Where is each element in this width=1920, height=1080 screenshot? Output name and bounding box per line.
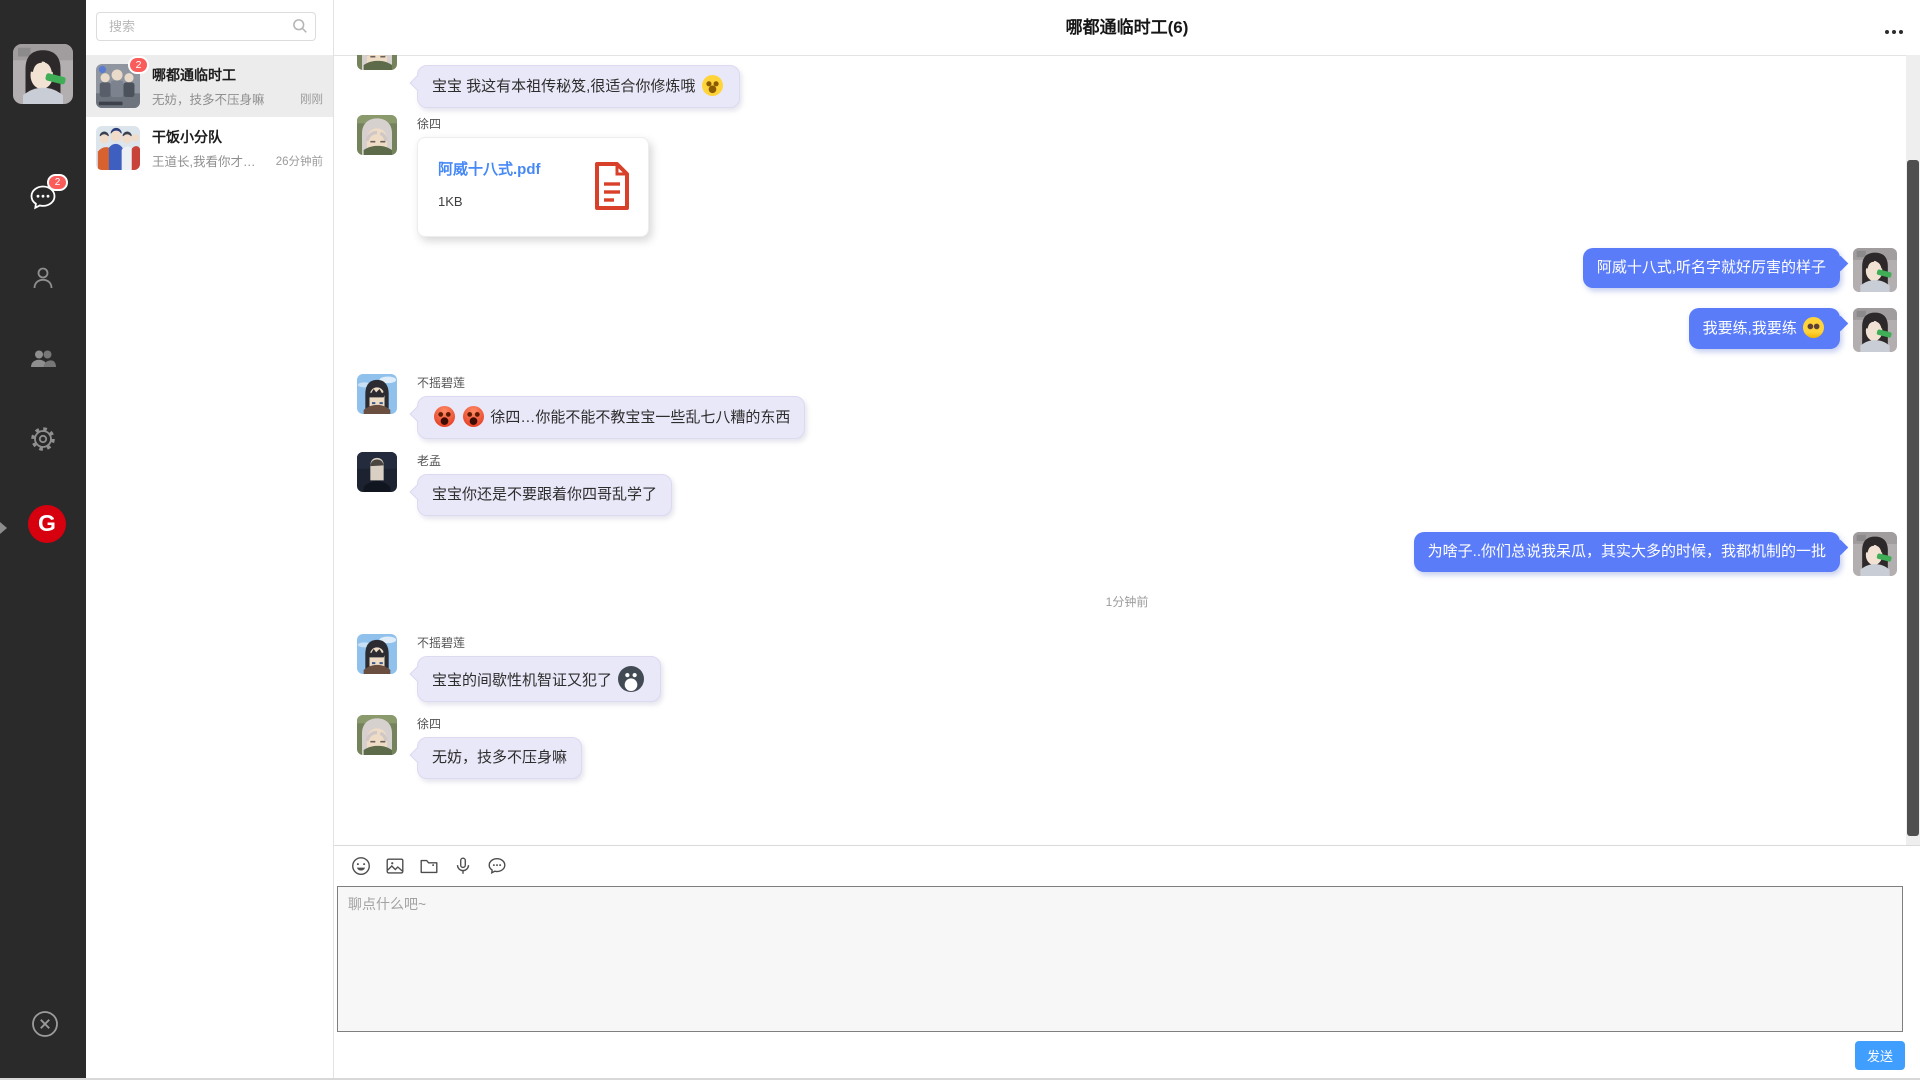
message-row: 徐四 无妨，技多不压身嘛 (357, 715, 1897, 779)
message-input[interactable] (337, 886, 1903, 1032)
sender-name: 不摇碧莲 (417, 634, 661, 651)
message-row: 为啥子..你们总说我呆瓜，其实大多的时候，我都机制的一批 (357, 532, 1897, 576)
avatar[interactable] (357, 715, 397, 755)
scrollbar-track (1906, 55, 1920, 845)
avatar[interactable] (1853, 308, 1897, 352)
message-bubble: 阿威十八式,听名字就好厉害的样子 (1583, 248, 1840, 288)
chat-list-item[interactable]: 干饭小分队 王道长,我看你才… 26分钟前 (86, 117, 333, 179)
sender-name: 老孟 (417, 452, 672, 469)
group-icon (28, 344, 58, 378)
message-row: 宝宝 我这有本祖传秘笈,很适合你修炼哦 (357, 65, 1897, 108)
folder-icon[interactable] (418, 855, 440, 877)
message-bubble: 徐四…你能不能不教宝宝一些乱七八糟的东西 (417, 396, 805, 439)
sidebar-item-groups[interactable] (0, 344, 86, 378)
composer-toolbar (350, 855, 508, 877)
chat-item-time: 刚刚 (300, 91, 323, 107)
chat-item-title: 哪都通临时工 (152, 65, 236, 85)
avatar[interactable] (357, 634, 397, 674)
expand-arrow-icon[interactable] (0, 522, 7, 534)
message-row: 不摇碧莲 宝宝的间歇性机智证又犯了 (357, 634, 1897, 702)
chat-item-title: 干饭小分队 (152, 127, 222, 147)
message-text: 阿威十八式,听名字就好厉害的样子 (1597, 259, 1826, 276)
scrollbar-thumb[interactable] (1907, 160, 1919, 836)
message-text: 徐四…你能不能不教宝宝一些乱七八糟的东西 (432, 409, 790, 426)
message-icon[interactable] (486, 855, 508, 877)
message-text: 无妨，技多不压身嘛 (432, 749, 567, 766)
message-text: 宝宝 我这有本祖传秘笈,很适合你修炼哦 (432, 78, 725, 95)
message-list: 宝宝 我这有本祖传秘笈,很适合你修炼哦 徐四 阿威十八式.pdf 1KB 阿威十… (334, 55, 1906, 845)
chat-list-item-selected[interactable]: 2 哪都通临时工 无妨，技多不压身嘛 刚刚 (86, 55, 333, 117)
chat-header: 哪都通临时工(6) (334, 0, 1920, 56)
unread-badge: 2 (47, 174, 68, 191)
message-row: 不摇碧莲 徐四…你能不能不教宝宝一些乱七八糟的东西 (357, 374, 1897, 439)
chat-item-preview: 王道长,我看你才… (152, 151, 255, 170)
image-icon[interactable] (384, 855, 406, 877)
composer: 发送 (334, 845, 1920, 1080)
sender-name: 徐四 (417, 115, 649, 132)
message-bubble: 宝宝 我这有本祖传秘笈,很适合你修炼哦 (417, 65, 740, 108)
message-bubble: 无妨，技多不压身嘛 (417, 737, 582, 779)
message-row: 徐四 阿威十八式.pdf 1KB (357, 115, 1897, 237)
sender-name: 不摇碧莲 (417, 374, 805, 391)
avatar[interactable] (357, 115, 397, 155)
send-button[interactable]: 发送 (1855, 1041, 1905, 1070)
message-row: 阿威十八式,听名字就好厉害的样子 (357, 248, 1897, 292)
time-divider: 1分钟前 (357, 593, 1897, 610)
app-logo: G (28, 505, 66, 543)
user-avatar[interactable] (13, 44, 73, 104)
chat-list-panel: 2 哪都通临时工 无妨，技多不压身嘛 刚刚 干饭小分队 王道长,我看你才… 26… (86, 0, 334, 1080)
pdf-icon (592, 160, 632, 212)
sidebar-item-chats[interactable]: 2 (0, 182, 86, 216)
mic-icon[interactable] (452, 855, 474, 877)
message-bubble: 宝宝你还是不要跟着你四哥乱学了 (417, 474, 672, 516)
message-text: 宝宝你还是不要跟着你四哥乱学了 (432, 486, 657, 503)
contact-icon (28, 263, 58, 297)
sender-name: 徐四 (417, 715, 582, 732)
message-bubble: 我要练,我要练 (1689, 308, 1840, 349)
chat-item-time: 26分钟前 (276, 153, 323, 169)
message-text: 宝宝的间歇性机智证又犯了 (432, 672, 646, 689)
more-icon[interactable] (1882, 27, 1906, 37)
sidebar-item-settings[interactable] (0, 424, 86, 458)
avatar[interactable] (357, 452, 397, 492)
search-bar (96, 12, 316, 41)
message-text: 我要练,我要练 (1703, 320, 1826, 337)
message-bubble: 宝宝的间歇性机智证又犯了 (417, 656, 661, 702)
close-icon[interactable] (30, 1009, 60, 1039)
avatar[interactable] (357, 55, 397, 70)
chat-item-preview: 无妨，技多不压身嘛 (152, 89, 265, 108)
message-row: 我要练,我要练 (357, 308, 1897, 352)
sidebar-item-contacts[interactable] (0, 263, 86, 297)
search-icon[interactable] (291, 17, 309, 35)
chat-item-badge: 2 (128, 56, 149, 74)
chat-item-avatar (96, 126, 140, 170)
avatar[interactable] (357, 374, 397, 414)
message-text: 为啥子..你们总说我呆瓜，其实大多的时候，我都机制的一批 (1428, 543, 1826, 560)
emoji-icon[interactable] (350, 855, 372, 877)
message-row: 老孟 宝宝你还是不要跟着你四哥乱学了 (357, 452, 1897, 516)
avatar[interactable] (1853, 532, 1897, 576)
chat-title: 哪都通临时工(6) (334, 0, 1920, 55)
search-input[interactable] (96, 12, 316, 41)
message-bubble: 为啥子..你们总说我呆瓜，其实大多的时候，我都机制的一批 (1414, 532, 1840, 572)
app-logo-letter: G (38, 510, 56, 536)
avatar[interactable] (1853, 248, 1897, 292)
sidebar: 2 G (0, 0, 86, 1080)
gear-icon (28, 424, 58, 458)
conversation-panel: 哪都通临时工(6) 宝宝 我这有本祖传秘笈,很适合你修炼哦 徐四 阿威十八式.p… (334, 0, 1920, 1080)
file-card[interactable]: 阿威十八式.pdf 1KB (417, 137, 649, 237)
